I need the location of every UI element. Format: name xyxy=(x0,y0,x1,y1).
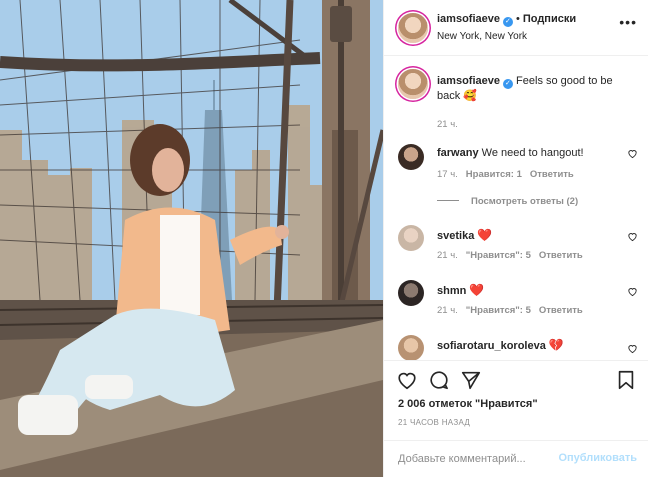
comment-text-line: farwany We need to hangout! xyxy=(437,147,584,159)
avatar[interactable] xyxy=(398,225,424,251)
location-link[interactable]: New York, New York xyxy=(437,31,527,42)
avatar[interactable] xyxy=(398,144,424,170)
bridge-photo-illustration xyxy=(0,0,383,477)
comment-meta: 21 ч. "Нравится": 5 Ответить xyxy=(437,305,591,316)
like-comment-heart-icon[interactable] xyxy=(627,286,638,297)
publish-button[interactable]: Опубликовать xyxy=(558,452,637,464)
comment-item: shmn ❤️ 21 ч. "Нравится": 5 Ответить xyxy=(398,280,638,320)
view-replies-label: Посмотреть ответы (2) xyxy=(471,196,579,207)
comment-username[interactable]: shmn xyxy=(437,285,466,297)
comment-likes[interactable]: "Нравится": 5 xyxy=(466,305,531,316)
reply-button[interactable]: Ответить xyxy=(539,250,583,261)
verified-badge-icon: ✓ xyxy=(502,17,513,27)
avatar[interactable] xyxy=(398,69,428,99)
like-heart-icon[interactable] xyxy=(396,369,418,391)
header-user-line: iamsofiaeve ✓ • Подписки xyxy=(437,13,576,27)
share-paper-plane-icon[interactable] xyxy=(460,369,482,391)
comment-text: We need to hangout! xyxy=(481,147,584,159)
reply-button[interactable]: Ответить xyxy=(530,169,574,180)
author-username[interactable]: iamsofiaeve xyxy=(437,13,500,25)
caption-username[interactable]: iamsofiaeve xyxy=(437,75,500,87)
comment-bubble-icon[interactable] xyxy=(428,369,450,391)
comment-meta: 17 ч. Нравится: 1 Ответить xyxy=(437,169,582,180)
more-options-icon[interactable]: ••• xyxy=(619,14,637,30)
verified-badge-icon: ✓ xyxy=(502,79,513,89)
like-comment-heart-icon[interactable] xyxy=(627,343,638,354)
save-bookmark-icon[interactable] xyxy=(615,369,637,391)
action-bar: 2 006 отметок "Нравится" 21 ЧАСОВ НАЗАД xyxy=(384,360,648,440)
comment-likes[interactable]: "Нравится": 5 xyxy=(466,250,531,261)
comment-likes[interactable]: Нравится: 1 xyxy=(466,169,522,180)
comment-username[interactable]: farwany xyxy=(437,147,479,159)
comment-text-line: sofiarotaru_koroleva 💔 xyxy=(437,338,564,352)
comment-time[interactable]: 21 ч. xyxy=(437,250,458,261)
following-button[interactable]: Подписки xyxy=(523,13,576,25)
comment-text: 💔 xyxy=(548,338,564,352)
likes-count[interactable]: 2 006 отметок "Нравится" xyxy=(398,398,538,410)
comment-username[interactable]: sofiarotaru_koroleva xyxy=(437,340,546,352)
post-header: iamsofiaeve ✓ • Подписки New York, New York… xyxy=(384,0,648,56)
post-time-ago[interactable]: 21 ЧАСОВ НАЗАД xyxy=(398,418,470,427)
post-photo[interactable] xyxy=(0,0,383,477)
avatar[interactable] xyxy=(398,13,428,43)
replies-line xyxy=(437,200,459,201)
add-comment-bar: Опубликовать xyxy=(384,440,648,477)
reply-button[interactable]: Ответить xyxy=(539,305,583,316)
caption-time[interactable]: 21 ч. xyxy=(437,119,458,130)
comment-time[interactable]: 17 ч. xyxy=(437,169,458,180)
like-comment-heart-icon[interactable] xyxy=(627,148,638,159)
view-replies-button[interactable]: Посмотреть ответы (2) xyxy=(437,196,578,207)
comment-text-line: svetika ❤️ xyxy=(437,228,492,242)
comment-item: farwany We need to hangout! 17 ч. Нравитс… xyxy=(398,144,638,184)
comment-item: svetika ❤️ 21 ч. "Нравится": 5 Ответить xyxy=(398,225,638,265)
comments-list[interactable]: iamsofiaeve ✓ Feels so good to be back 🥰 … xyxy=(384,57,648,360)
avatar[interactable] xyxy=(398,335,424,360)
separator-dot: • xyxy=(515,13,520,25)
caption-text-line: iamsofiaeve ✓ Feels so good to be back 🥰 xyxy=(437,74,627,104)
comment-text: ❤️ xyxy=(469,283,485,297)
comment-input[interactable] xyxy=(398,449,558,469)
avatar[interactable] xyxy=(398,280,424,306)
comment-text-line: shmn ❤️ xyxy=(437,283,484,297)
like-comment-heart-icon[interactable] xyxy=(627,231,638,242)
post-side-panel: iamsofiaeve ✓ • Подписки New York, New York… xyxy=(383,0,648,477)
comment-meta: 21 ч. "Нравится": 5 Ответить xyxy=(437,250,591,261)
comment-username[interactable]: svetika xyxy=(437,230,474,242)
comment-item: sofiarotaru_koroleva 💔 xyxy=(398,335,638,360)
instagram-post: iamsofiaeve ✓ • Подписки New York, New York… xyxy=(0,0,648,477)
comment-time[interactable]: 21 ч. xyxy=(437,305,458,316)
comment-text: ❤️ xyxy=(477,228,493,242)
